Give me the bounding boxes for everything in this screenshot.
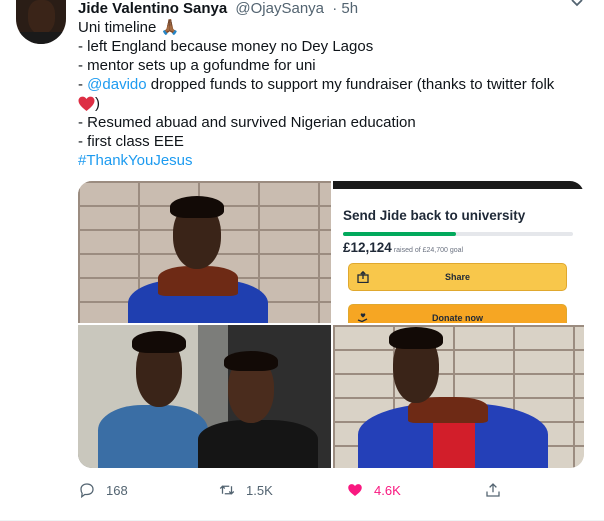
line-prefix: - (78, 76, 88, 93)
hashtag-link[interactable]: #ThankYouJesus (78, 151, 578, 170)
share-button: Share (348, 263, 567, 291)
gofundme-screenshot[interactable]: Send Jide back to university £12,124 rais… (333, 181, 584, 323)
share-tweet-button[interactable] (484, 476, 512, 504)
donate-button: Donate now (348, 304, 567, 323)
line-text: dropped funds to support my fundraiser (… (146, 76, 555, 93)
tweet-line: - mentor sets up a gofundme for uni (78, 57, 316, 74)
author-name[interactable]: Jide Valentino Sanya (78, 0, 227, 17)
like-button[interactable]: 4.6K (346, 476, 401, 504)
tweet-line: - Resumed abuad and survived Nigerian ed… (78, 114, 416, 131)
tweet-actions: 168 1.5K 4.6K (78, 476, 500, 504)
fundraiser-title: Send Jide back to university (343, 208, 526, 223)
photo-graduate-gown[interactable] (333, 325, 584, 468)
heart-icon (348, 484, 362, 496)
retweet-icon (219, 485, 235, 495)
photo-selfie-with-friend[interactable] (78, 325, 331, 468)
reply-count: 168 (106, 482, 128, 498)
tweet-text: Uni timeline 🙏🏾 - left England because m… (78, 18, 578, 170)
fundraiser-progress (343, 232, 573, 236)
photo-graduate-portrait[interactable] (78, 181, 331, 323)
fundraiser-goal: raised of £24,700 goal (393, 247, 464, 254)
reply-icon (80, 483, 94, 499)
tweet-time[interactable]: · 5h (332, 0, 358, 17)
retweet-count: 1.5K (246, 482, 273, 498)
red-heart-icon (78, 96, 95, 112)
tweet-line: - @davido dropped funds to support my fu… (78, 75, 578, 94)
share-box-icon (357, 271, 369, 283)
like-count: 4.6K (374, 482, 401, 498)
hand-heart-icon (357, 313, 368, 323)
tweet-line: Uni timeline 🙏🏾 (78, 19, 180, 36)
retweet-button[interactable]: 1.5K (218, 476, 273, 504)
share-icon (486, 483, 500, 497)
tweet-header: Jide Valentino Sanya @OjaySanya · 5h (78, 0, 358, 18)
avatar[interactable] (16, 0, 66, 44)
line-text: ) (95, 95, 100, 112)
tweet-line: - first class EEE (78, 133, 184, 150)
author-handle[interactable]: @OjaySanya (235, 0, 324, 17)
amount-raised: £12,124 raised of £24,700 goal (343, 240, 464, 255)
mention-link[interactable]: @davido (87, 76, 146, 93)
tweet: Jide Valentino Sanya @OjaySanya · 5h Uni… (0, 0, 604, 521)
more-options-icon[interactable] (568, 0, 586, 10)
reply-button[interactable]: 168 (78, 476, 128, 504)
tweet-line: - left England because money no Dey Lago… (78, 38, 374, 55)
media-grid: Send Jide back to university £12,124 rais… (78, 181, 584, 468)
tweet-line: ) (78, 94, 578, 113)
